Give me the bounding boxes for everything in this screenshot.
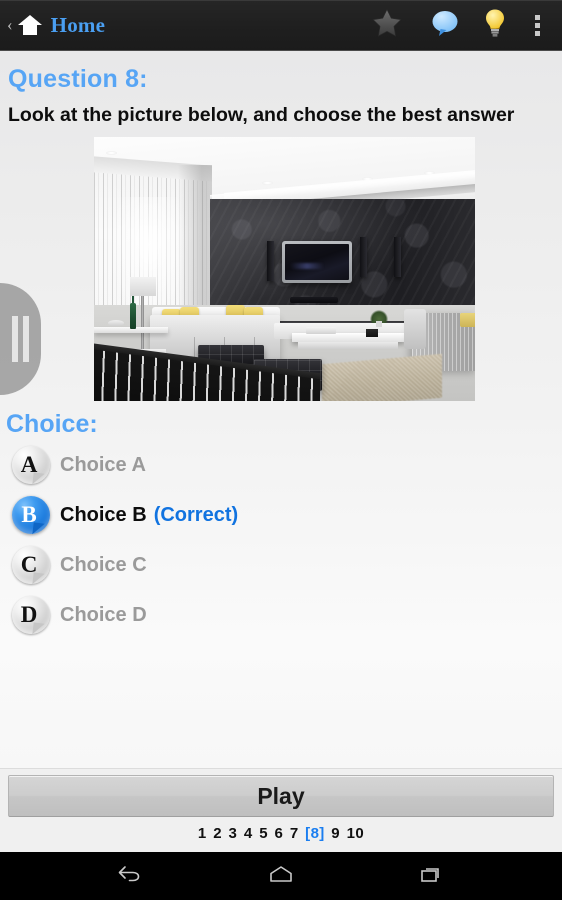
home-label[interactable]: Home (51, 13, 105, 38)
question-image[interactable] (94, 136, 475, 401)
page-7[interactable]: 7 (290, 825, 299, 842)
pause-handle-icon-2 (23, 316, 29, 362)
home-icon (268, 864, 294, 889)
choice-letter-a: A (20, 451, 38, 477)
pagination: 1 2 3 4 5 6 7 [8] 9 10 (0, 817, 562, 848)
nav-back-button[interactable] (100, 852, 160, 900)
choice-row-d[interactable]: D Choice D (10, 591, 562, 641)
choice-bubble-c[interactable]: C (10, 545, 52, 586)
nav-recents-button[interactable] (402, 852, 462, 900)
choice-row-c[interactable]: C Choice C (10, 541, 562, 591)
choice-label-a: Choice A (60, 454, 146, 477)
recents-icon (419, 864, 445, 889)
page-4[interactable]: 4 (244, 825, 253, 842)
chat-bubble-icon (430, 9, 460, 42)
correct-answer-badge: (Correct) (153, 504, 239, 527)
choices-heading: Choice: (6, 409, 98, 438)
favorite-button[interactable] (358, 0, 416, 50)
app-root: ‹ Home Question 8: Look at the picture b… (0, 0, 562, 900)
hint-button[interactable] (474, 0, 516, 50)
question-prompt: Look at the picture below, and choose th… (8, 104, 515, 126)
page-6[interactable]: 6 (275, 825, 284, 842)
choice-label-b: Choice B (60, 504, 147, 527)
overflow-menu-icon (534, 14, 540, 36)
choice-letter-d: D (20, 601, 38, 627)
choice-letter-c: C (20, 551, 38, 577)
lightbulb-icon (483, 8, 507, 43)
play-button[interactable]: Play (8, 775, 554, 817)
overflow-menu-button[interactable] (516, 0, 558, 50)
page-1[interactable]: 1 (198, 825, 207, 842)
action-bar-actions (358, 0, 562, 50)
home-icon[interactable] (17, 13, 43, 37)
choice-label-c: Choice C (60, 554, 147, 577)
page-3[interactable]: 3 (229, 825, 238, 842)
comments-button[interactable] (416, 0, 474, 50)
page-2[interactable]: 2 (213, 825, 222, 842)
choice-bubble-d[interactable]: D (10, 595, 52, 636)
living-room-illustration (94, 136, 475, 401)
android-navigation-bar (0, 852, 562, 900)
page-9[interactable]: 9 (331, 825, 340, 842)
back-chevron-icon[interactable]: ‹ (4, 16, 16, 35)
choice-bubble-a[interactable]: A (10, 445, 52, 486)
action-bar: ‹ Home (0, 0, 562, 50)
choice-bubble-b[interactable]: B (10, 495, 52, 536)
choice-label-d: Choice D (60, 604, 147, 627)
choice-letter-b: B (21, 501, 37, 527)
choice-row-b[interactable]: B Choice B (Correct) (10, 491, 562, 541)
page-8-current[interactable]: [8] (305, 825, 325, 842)
nav-home-button[interactable] (251, 852, 311, 900)
drawer-handle[interactable] (0, 283, 41, 395)
page-5[interactable]: 5 (259, 825, 268, 842)
question-title: Question 8: (8, 65, 148, 93)
choice-row-a[interactable]: A Choice A (10, 441, 562, 491)
pause-handle-icon (12, 316, 18, 362)
up-navigation[interactable]: ‹ Home (0, 13, 105, 38)
back-icon (116, 864, 144, 889)
question-content: Question 8: Look at the picture below, a… (0, 51, 562, 768)
page-10[interactable]: 10 (347, 825, 365, 842)
bottom-bar: Play 1 2 3 4 5 6 7 [8] 9 10 (0, 768, 562, 852)
star-icon (372, 8, 402, 42)
choices-list: A Choice A B Choice B (Correct) C Choice… (0, 439, 562, 641)
